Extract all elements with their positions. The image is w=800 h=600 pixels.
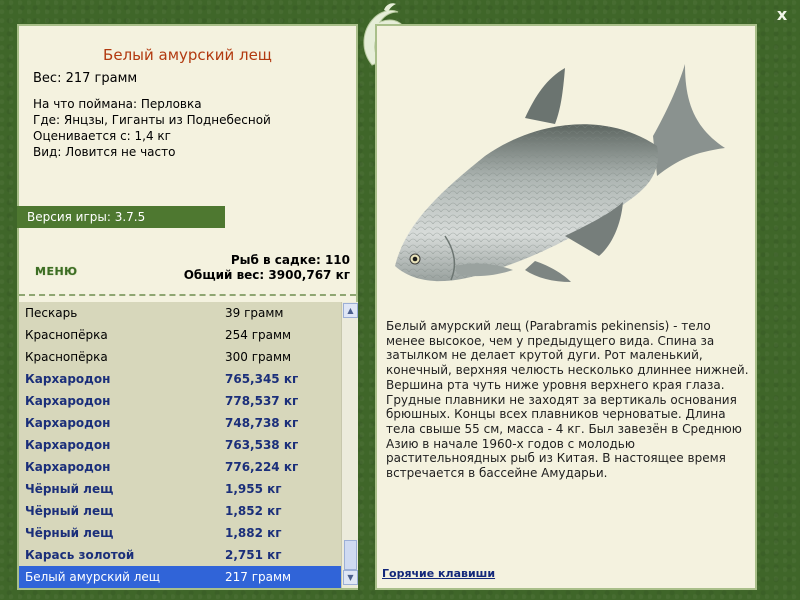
table-row[interactable]: Чёрный лещ 1,852 кг xyxy=(19,500,341,522)
catch-list-scrollbar[interactable]: ▲ ▼ xyxy=(341,302,358,588)
catch-weight: 300 грамм xyxy=(225,350,292,364)
catch-name: Краснопёрка xyxy=(25,328,108,342)
table-row[interactable]: Чёрный лещ 1,955 кг xyxy=(19,478,341,500)
table-row[interactable]: Чёрный лещ 1,882 кг xyxy=(19,522,341,544)
table-row[interactable]: Кархародон 776,224 кг xyxy=(19,456,341,478)
table-row[interactable]: Белый амурский лещ 217 грамм xyxy=(19,566,341,588)
catch-name: Карась золотой xyxy=(25,548,135,562)
fish-details: На что поймана: Перловка Где: Янцзы, Гиг… xyxy=(33,96,271,160)
total-weight: Общий вес: 3900,767 кг xyxy=(183,268,350,282)
catch-name: Чёрный лещ xyxy=(25,504,114,518)
close-icon[interactable]: x xyxy=(772,5,792,25)
fish-title: Белый амурский лещ xyxy=(103,46,272,64)
catch-weight: 1,882 кг xyxy=(225,526,282,540)
fish-info-panel: Белый амурский лещ Вес: 217 грамм На что… xyxy=(17,24,358,590)
hotkeys-link[interactable]: Горячие клавиши xyxy=(382,567,495,580)
fish-weight: Вес: 217 грамм xyxy=(33,71,138,86)
catch-name: Кархародон xyxy=(25,394,111,408)
catch-name: Пескарь xyxy=(25,306,78,320)
catch-list[interactable]: Пескарь 39 грамм Краснопёрка 254 грамм Красн… xyxy=(19,302,341,588)
table-row[interactable]: Краснопёрка 254 грамм xyxy=(19,324,341,346)
catch-weight: 776,224 кг xyxy=(225,460,299,474)
catch-weight: 1,955 кг xyxy=(225,482,282,496)
scrollbar-thumb[interactable] xyxy=(344,540,357,570)
catch-weight: 763,538 кг xyxy=(225,438,299,452)
scroll-down-arrow-icon[interactable]: ▼ xyxy=(343,570,358,585)
catch-stats: Рыб в садке: 110 Общий вес: 3900,767 кг xyxy=(184,253,350,283)
fish-description: Белый амурский лещ (Parabramis pekinensi… xyxy=(386,319,749,481)
table-row[interactable]: Кархародон 765,345 кг xyxy=(19,368,341,390)
catch-weight: 2,751 кг xyxy=(225,548,282,562)
divider xyxy=(19,294,356,296)
fish-image-panel: Белый амурский лещ (Parabramis pekinensi… xyxy=(375,24,757,590)
version-bar: Версия игры: 3.7.5 xyxy=(17,206,225,228)
catch-weight: 748,738 кг xyxy=(225,416,299,430)
catch-name: Белый амурский лещ xyxy=(25,570,161,584)
catch-name: Краснопёрка xyxy=(25,350,108,364)
table-row[interactable]: Пескарь 39 грамм xyxy=(19,302,341,324)
fish-count: Рыб в садке: 110 xyxy=(230,253,350,267)
menu-button[interactable]: МЕНЮ xyxy=(35,265,78,278)
table-row[interactable]: Краснопёрка 300 грамм xyxy=(19,346,341,368)
catch-weight: 1,852 кг xyxy=(225,504,282,518)
catch-name: Кархародон xyxy=(25,416,111,430)
catch-name: Кархародон xyxy=(25,460,111,474)
catch-name: Кархародон xyxy=(25,438,111,452)
fish-bait: На что поймана: Перловка xyxy=(33,97,202,111)
catch-weight: 217 грамм xyxy=(225,570,292,584)
fish-rarity: Вид: Ловится не часто xyxy=(33,145,176,159)
fish-location: Где: Янцзы, Гиганты из Поднебесной xyxy=(33,113,271,127)
table-row[interactable]: Кархародон 763,538 кг xyxy=(19,434,341,456)
table-row[interactable]: Кархародон 778,537 кг xyxy=(19,390,341,412)
catch-name: Кархародон xyxy=(25,372,111,386)
catch-name: Чёрный лещ xyxy=(25,526,114,540)
catch-weight: 39 грамм xyxy=(225,306,284,320)
scroll-up-arrow-icon[interactable]: ▲ xyxy=(343,303,358,318)
fish-illustration xyxy=(395,64,725,282)
table-row[interactable]: Кархародон 748,738 кг xyxy=(19,412,341,434)
fish-price: Оценивается с: 1,4 кг xyxy=(33,129,171,143)
table-row[interactable]: Карась золотой 2,751 кг xyxy=(19,544,341,566)
catch-weight: 778,537 кг xyxy=(225,394,299,408)
catch-weight: 254 грамм xyxy=(225,328,292,342)
catch-name: Чёрный лещ xyxy=(25,482,114,496)
catch-weight: 765,345 кг xyxy=(225,372,299,386)
